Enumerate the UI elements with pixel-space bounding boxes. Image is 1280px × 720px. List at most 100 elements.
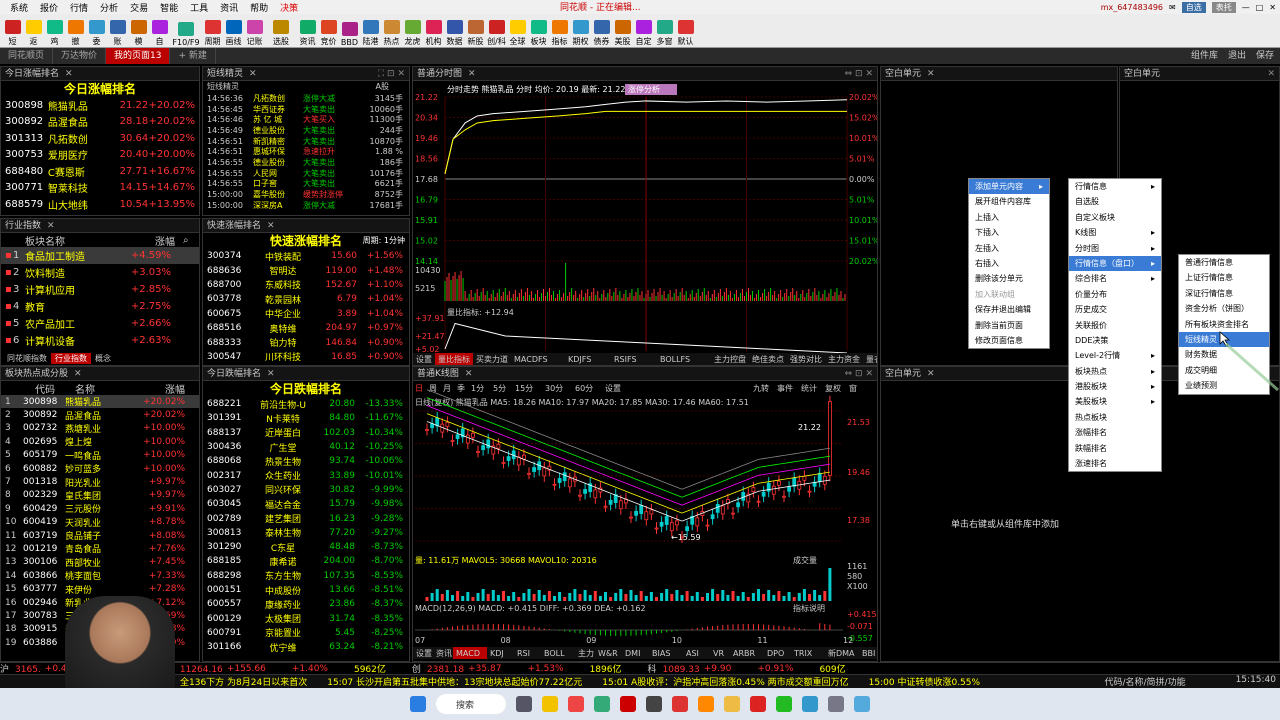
page-tab[interactable]: 同花顺页 bbox=[0, 48, 54, 64]
context-menu-item[interactable]: 自选股 bbox=[1069, 194, 1161, 209]
close-icon[interactable]: ✕ bbox=[1267, 67, 1275, 81]
toolbar-button[interactable]: 板块 bbox=[528, 15, 549, 47]
table-row[interactable]: 300374 中铁装配 15.60 +1.56% bbox=[203, 249, 409, 263]
tab-action-button[interactable]: 保存 bbox=[1256, 48, 1274, 64]
table-row[interactable]: 15:00:00 嘉华股份 缓势封涨停 8752手 bbox=[203, 189, 409, 200]
app-icon[interactable] bbox=[802, 696, 818, 712]
user-name[interactable]: mx_647483496 bbox=[1101, 3, 1163, 12]
menu-item[interactable]: 决策 bbox=[274, 1, 304, 14]
table-row[interactable]: 300771 智莱科技 14.15 +14.67% bbox=[1, 180, 199, 197]
close-icon[interactable]: ✕ bbox=[249, 69, 257, 79]
toolbar-button[interactable]: 选股 bbox=[265, 15, 297, 47]
table-row[interactable]: 3 002732 燕塘乳业 +10.00% bbox=[1, 422, 199, 435]
table-row[interactable]: 15 603777 来伊份 +7.28% bbox=[1, 582, 199, 596]
context-menu-item[interactable]: 上插入 bbox=[969, 210, 1049, 225]
table-row[interactable]: 002789 建艺集团 16.23 -9.28% bbox=[203, 511, 409, 526]
maximize-icon[interactable]: □ bbox=[1256, 3, 1264, 12]
toolbar-button[interactable]: 美股 bbox=[612, 15, 633, 47]
close-icon[interactable]: ✕ bbox=[1269, 3, 1276, 12]
mail-icon[interactable]: ✉ bbox=[1169, 3, 1176, 12]
table-row[interactable]: 14:56:46 苏 亿 城 大笔买入 11300手 bbox=[203, 114, 409, 125]
table-row[interactable]: 603778 乾景园林 6.79 +1.04% bbox=[203, 292, 409, 306]
table-row[interactable]: 301391 N卡莱特 84.80 -11.67% bbox=[203, 411, 409, 425]
app-icon[interactable] bbox=[594, 696, 610, 712]
app-icon[interactable] bbox=[750, 696, 766, 712]
table-row[interactable]: 14:56:45 华西证券 大笔卖出 10060手 bbox=[203, 104, 409, 115]
context-menu-item[interactable]: 删除当前页面 bbox=[969, 318, 1049, 333]
table-row[interactable]: 688221 前沿生物-U 20.80 -13.33% bbox=[203, 397, 409, 411]
wechat-icon[interactable] bbox=[776, 696, 792, 712]
table-row[interactable]: 688068 热景生物 93.74 -10.06% bbox=[203, 454, 409, 468]
table-row[interactable]: 13 300106 西部牧业 +7.45% bbox=[1, 556, 199, 569]
minimize-icon[interactable]: — bbox=[1242, 3, 1250, 12]
table-row[interactable]: 5 605179 一鸣食品 +10.00% bbox=[1, 449, 199, 462]
table-row[interactable]: 600791 京能置业 5.45 -8.25% bbox=[203, 626, 409, 640]
wps-icon[interactable] bbox=[672, 696, 688, 712]
context-menu-item[interactable]: 上证行情信息 bbox=[1179, 270, 1269, 285]
table-row[interactable]: 300813 泰林生物 77.20 -9.27% bbox=[203, 526, 409, 540]
table-row[interactable]: 14:56:51 新凯精密 大笔卖出 10870手 bbox=[203, 136, 409, 147]
close-icon[interactable]: ✕ bbox=[267, 221, 275, 231]
table-row[interactable]: 300753 爱朋医疗 20.40 +20.00% bbox=[1, 147, 199, 164]
table-row[interactable]: 14 603866 桃李面包 +7.33% bbox=[1, 569, 199, 583]
toolbar-button[interactable]: 指标 bbox=[549, 15, 570, 47]
context-menu-item[interactable]: 资金分析（饼图） bbox=[1179, 301, 1269, 316]
table-row[interactable]: 8 002329 皇氏集团 +9.97% bbox=[1, 489, 199, 502]
intraday-chart-svg[interactable]: 分时走势 熊猫乳品 分时 均价: 20.19 最新: 21.22 涨停分析 21.2… bbox=[413, 81, 878, 366]
table-row[interactable]: 300898 熊猫乳品 21.22 +20.02% bbox=[1, 97, 199, 114]
context-menu-item[interactable]: 涨速排名 bbox=[1069, 456, 1161, 471]
menu-item[interactable]: 帮助 bbox=[244, 1, 274, 14]
table-row[interactable]: 688516 奥特维 204.97 +0.97% bbox=[203, 321, 409, 335]
news-item[interactable]: 15:00 中证转债收涨0.55% bbox=[869, 675, 980, 688]
context-menu-item[interactable]: Level-2行情 ▸ bbox=[1069, 348, 1161, 363]
sub-tab[interactable]: 同花顺指数 bbox=[3, 353, 51, 364]
toolbar-button[interactable]: 资讯 bbox=[297, 15, 318, 47]
table-row[interactable]: 600557 康缘药业 23.86 -8.37% bbox=[203, 597, 409, 611]
close-icon[interactable]: ✕ bbox=[468, 69, 476, 79]
toolbar-button[interactable]: 自定 bbox=[633, 15, 654, 47]
table-row[interactable]: 600675 中华企业 3.89 +1.04% bbox=[203, 307, 409, 321]
context-menu-item[interactable]: 保存并退出编辑 bbox=[969, 302, 1049, 317]
table-row[interactable]: ▪ 2 饮料制造 +3.03% bbox=[1, 264, 199, 281]
table-row[interactable]: ▪ 4 教育 +2.75% bbox=[1, 298, 199, 315]
context-menu-item[interactable]: 行情信息 ▸ bbox=[1069, 179, 1161, 194]
table-row[interactable]: 15:00:00 深深房A 涨停大减 17681手 bbox=[203, 200, 409, 211]
table-row[interactable]: 603027 同兴环保 30.82 -9.99% bbox=[203, 483, 409, 497]
menu-item[interactable]: 报价 bbox=[34, 1, 64, 14]
taskbar-search[interactable]: 搜索 bbox=[436, 694, 506, 714]
table-row[interactable]: 14:56:51 惠城环保 急速拉升 1.88 % bbox=[203, 146, 409, 157]
table-row[interactable]: 11 603719 良品铺子 +8.08% bbox=[1, 529, 199, 543]
page-tab[interactable]: 我的页面13 bbox=[106, 48, 171, 64]
table-row[interactable]: ▪ 3 计算机应用 +2.85% bbox=[1, 281, 199, 298]
tab-action-button[interactable]: 组件库 bbox=[1191, 48, 1218, 64]
context-menu-item[interactable]: 自定义板块 bbox=[1069, 210, 1161, 225]
context-menu-item[interactable]: 展开组件内容库 bbox=[969, 194, 1049, 209]
table-row[interactable]: 2 300892 品渥食品 +20.02% bbox=[1, 408, 199, 422]
file-explorer-icon[interactable] bbox=[542, 696, 558, 712]
app-icon[interactable] bbox=[646, 696, 662, 712]
table-row[interactable]: 14:56:49 德业股份 大笔卖出 244手 bbox=[203, 125, 409, 136]
search-icon[interactable]: ⌕ bbox=[183, 235, 189, 246]
table-row[interactable]: 4 002695 煌上煌 +10.00% bbox=[1, 435, 199, 449]
table-row[interactable]: 14:56:36 凡拓数创 涨停大减 3145手 bbox=[203, 93, 409, 104]
table-row[interactable]: 688700 东威科技 152.67 +1.10% bbox=[203, 278, 409, 292]
toolbar-button[interactable]: 热点 bbox=[381, 15, 402, 47]
context-menu-item[interactable]: 港股板块 ▸ bbox=[1069, 379, 1161, 394]
context-menu-item[interactable]: 行情信息（盘口） ▸ bbox=[1069, 255, 1161, 272]
toolbar-button[interactable]: 新股 bbox=[465, 15, 486, 47]
table-row[interactable]: 688298 东方生物 107.35 -8.53% bbox=[203, 569, 409, 583]
panel-controls[interactable]: ⇔ ⊡ ✕ bbox=[845, 367, 873, 381]
table-row[interactable]: 300892 品渥食品 28.18 +20.02% bbox=[1, 114, 199, 131]
table-row[interactable]: 688636 智明达 119.00 +1.48% bbox=[203, 263, 409, 278]
toolbar-button[interactable]: 默认 bbox=[675, 15, 696, 47]
close-icon[interactable]: ✕ bbox=[267, 369, 275, 379]
context-menu-item[interactable]: 左插入 bbox=[969, 241, 1049, 256]
toolbar-button[interactable]: 竞价 bbox=[318, 15, 339, 47]
context-menu-item[interactable]: 涨幅排名 bbox=[1069, 425, 1161, 440]
toolbar-button[interactable]: 画线 bbox=[223, 15, 244, 47]
context-menu-item[interactable]: 跌幅排名 bbox=[1069, 441, 1161, 456]
panel-controls[interactable]: ⇔ ⊡ ✕ bbox=[845, 67, 873, 81]
table-row[interactable]: 6 600882 妙可蓝多 +10.00% bbox=[1, 462, 199, 476]
table-row[interactable]: 14:56:55 德业股份 大笔卖出 186手 bbox=[203, 157, 409, 168]
close-icon[interactable]: ✕ bbox=[47, 221, 55, 231]
